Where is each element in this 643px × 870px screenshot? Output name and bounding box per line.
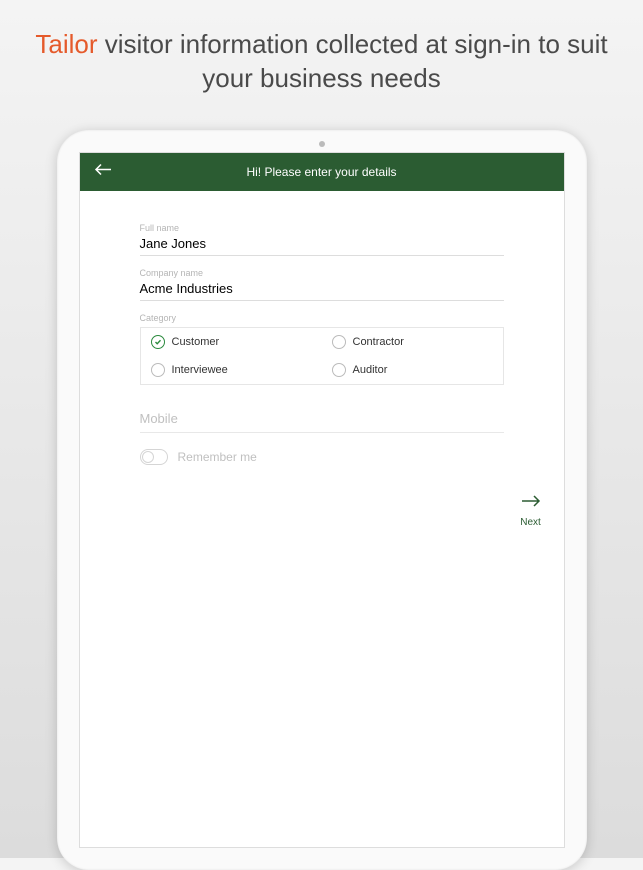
radio-empty-icon	[151, 363, 165, 377]
marketing-headline: Tailor visitor information collected at …	[0, 0, 643, 120]
header-title: Hi! Please enter your details	[80, 165, 564, 179]
category-customer[interactable]: Customer	[141, 328, 322, 356]
category-interviewee[interactable]: Interviewee	[141, 356, 322, 384]
company-name-label: Company name	[140, 268, 504, 278]
category-group: Customer Contractor Interviewee Auditor	[140, 327, 504, 385]
category-contractor-label: Contractor	[353, 336, 404, 348]
category-auditor-label: Auditor	[353, 364, 388, 376]
remember-me-toggle[interactable]	[140, 449, 168, 465]
back-arrow-icon[interactable]	[94, 163, 112, 182]
arrow-right-icon	[520, 493, 542, 509]
radio-selected-icon	[151, 335, 165, 349]
category-label: Category	[140, 313, 504, 323]
marketing-accent: Tailor	[35, 29, 97, 59]
tablet-screen: Hi! Please enter your details Full name …	[79, 152, 565, 848]
category-customer-label: Customer	[172, 336, 220, 348]
mobile-field[interactable]: Mobile	[140, 393, 504, 433]
remember-me-label: Remember me	[178, 450, 257, 464]
app-header: Hi! Please enter your details	[80, 153, 564, 191]
tablet-frame: Hi! Please enter your details Full name …	[57, 130, 587, 870]
form-area: Full name Jane Jones Company name Acme I…	[80, 191, 564, 475]
toggle-knob-icon	[142, 451, 154, 463]
category-auditor[interactable]: Auditor	[322, 356, 503, 384]
company-name-field[interactable]: Acme Industries	[140, 281, 504, 301]
remember-me-row: Remember me	[140, 433, 504, 465]
category-contractor[interactable]: Contractor	[322, 328, 503, 356]
tablet-camera-dot	[319, 141, 325, 147]
next-label: Next	[520, 517, 542, 528]
radio-empty-icon	[332, 335, 346, 349]
full-name-field[interactable]: Jane Jones	[140, 236, 504, 256]
radio-empty-icon	[332, 363, 346, 377]
marketing-rest: visitor information collected at sign-in…	[98, 29, 608, 93]
full-name-label: Full name	[140, 223, 504, 233]
category-interviewee-label: Interviewee	[172, 364, 228, 376]
next-button[interactable]: Next	[520, 493, 542, 528]
